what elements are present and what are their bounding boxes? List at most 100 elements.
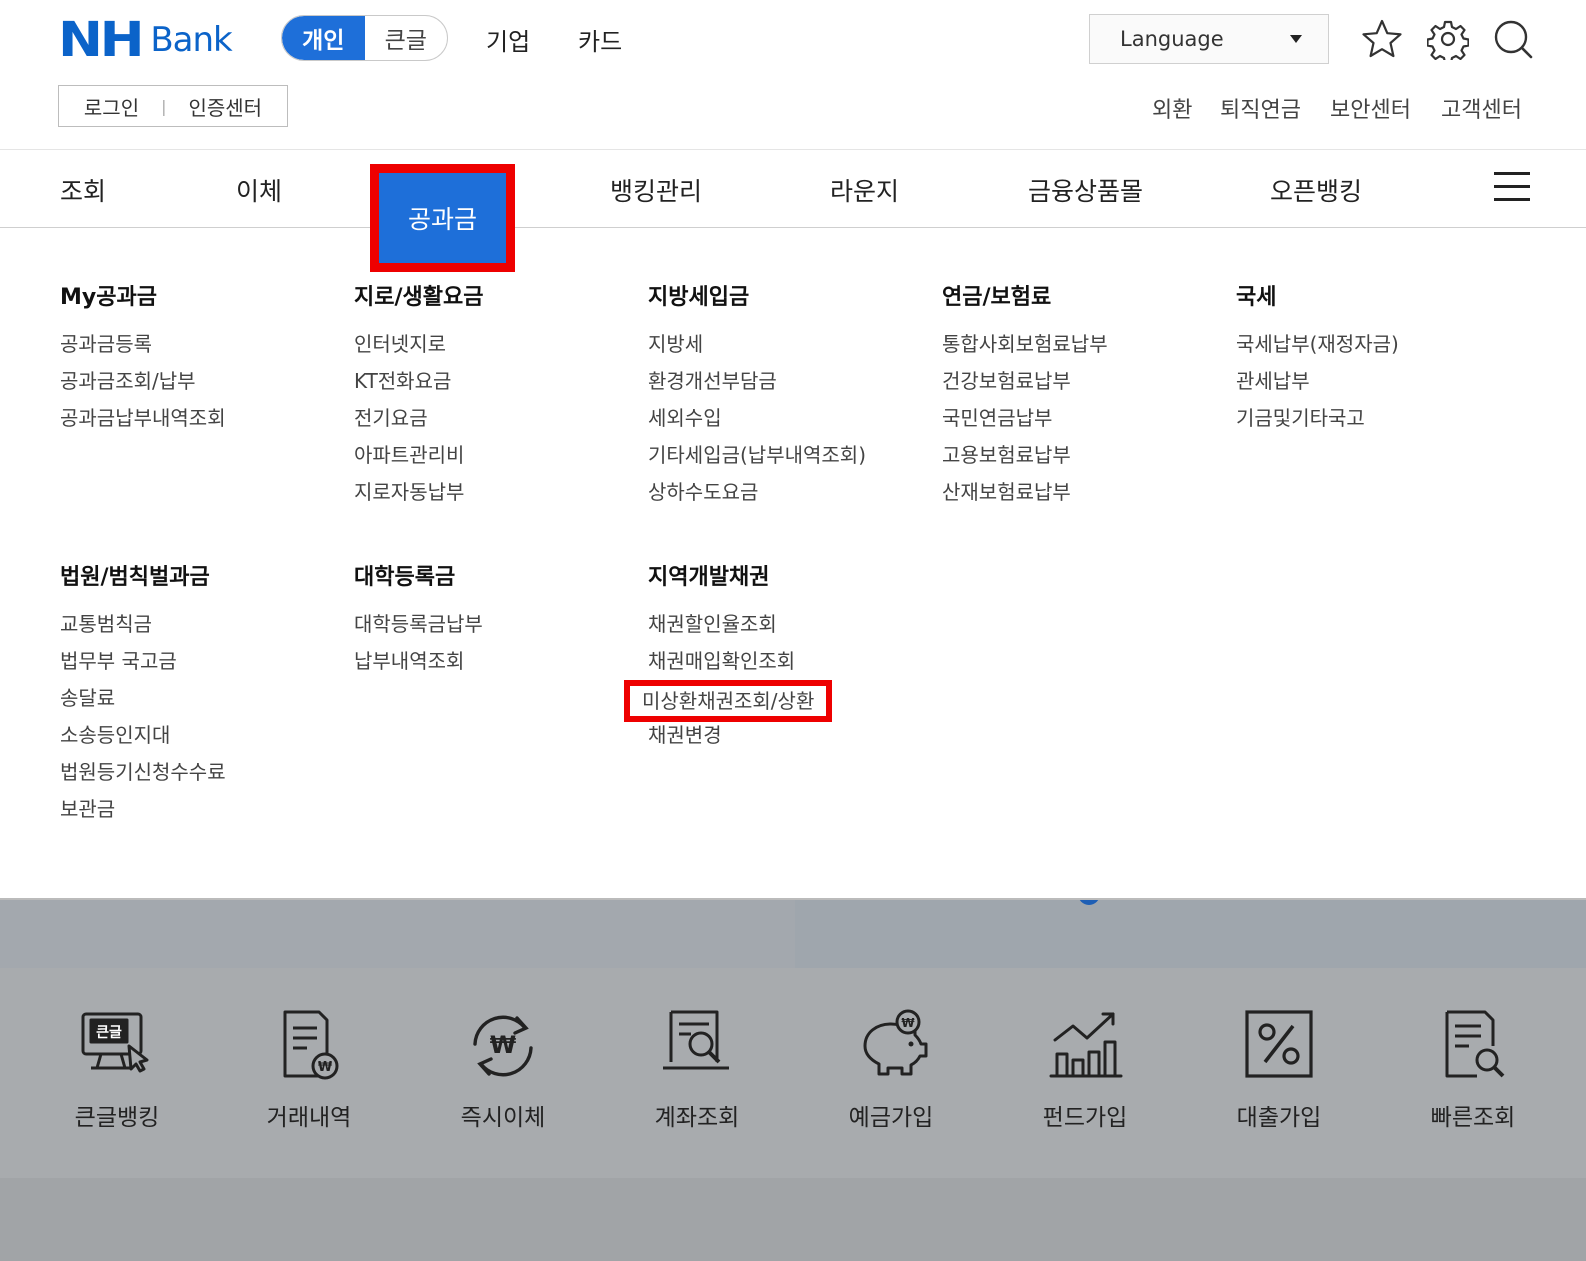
menu-item[interactable]: 고용보험료납부 xyxy=(942,442,1108,479)
menu-item[interactable]: 전기요금 xyxy=(354,405,483,442)
menu-item[interactable]: 법무부 국고금 xyxy=(60,648,226,685)
fund-chart-icon xyxy=(1049,1012,1123,1078)
menu-item[interactable]: KT전화요금 xyxy=(354,368,483,405)
topnav-business[interactable]: 기업 xyxy=(486,22,530,57)
menu-column-national-tax: 국세 국세납부(재정자금) 관세납부 기금및기타국고 xyxy=(1236,285,1399,442)
mode-switch: 개인 큰글 xyxy=(281,15,448,61)
quick-transaction-history[interactable]: ₩ 거래내역 xyxy=(234,1008,384,1132)
util-retirement-pension[interactable]: 퇴직연금 xyxy=(1220,92,1301,124)
svg-text:₩: ₩ xyxy=(490,1031,517,1059)
percent-icon xyxy=(1245,1010,1313,1078)
menu-item[interactable]: 아파트관리비 xyxy=(354,442,483,479)
quick-label: 예금가입 xyxy=(848,1105,934,1131)
login-separator: | xyxy=(161,96,167,116)
quick-fast-inquiry[interactable]: 빠른조회 xyxy=(1398,1008,1548,1132)
quick-label: 계좌조회 xyxy=(654,1105,740,1131)
quick-deposit-signup[interactable]: ₩ 예금가입 xyxy=(816,1008,966,1132)
menu-item[interactable]: 기금및기타국고 xyxy=(1236,405,1399,442)
nh-bank-logo[interactable]: NH Bank xyxy=(58,12,233,68)
quick-label: 큰글뱅킹 xyxy=(74,1105,160,1131)
login-box: 로그인 | 인증센터 xyxy=(58,85,288,127)
menu-item[interactable]: 인터넷지로 xyxy=(354,331,483,368)
cert-center-link[interactable]: 인증센터 xyxy=(188,92,262,121)
segment-personal[interactable]: 개인 xyxy=(282,16,365,60)
star-icon[interactable] xyxy=(1361,18,1403,60)
menu-item[interactable]: 기타세입금(납부내역조회) xyxy=(648,442,866,479)
piggy-bank-icon: ₩ xyxy=(863,1009,928,1076)
mainnav-financial-mall[interactable]: 금융상품몰 xyxy=(1028,172,1143,208)
quick-label: 펀드가입 xyxy=(1042,1105,1128,1131)
column-title: 국세 xyxy=(1236,285,1277,310)
menu-item[interactable]: 산재보험료납부 xyxy=(942,479,1108,516)
mainnav-inquiry[interactable]: 조회 xyxy=(60,172,106,208)
hamburger-bar xyxy=(1494,185,1530,188)
search-icon[interactable] xyxy=(1492,18,1534,60)
menu-item[interactable]: 공과금납부내역조회 xyxy=(60,405,226,442)
menu-item[interactable]: 소송등인지대 xyxy=(60,722,226,759)
menu-item[interactable]: 건강보험료납부 xyxy=(942,368,1108,405)
menu-item[interactable]: 채권변경 xyxy=(648,722,832,759)
quick-account-inquiry[interactable]: 계좌조회 xyxy=(622,1008,772,1132)
menu-item[interactable]: 통합사회보험료납부 xyxy=(942,331,1108,368)
menu-column-my-bills: My공과금 공과금등록 공과금조회/납부 공과금납부내역조회 xyxy=(60,285,226,442)
logo-nh-text: NH xyxy=(58,12,145,68)
won-transfer-icon: ₩ xyxy=(473,1015,533,1077)
topnav-card[interactable]: 카드 xyxy=(578,22,622,57)
mainnav-utility-bills-active[interactable]: 공과금 xyxy=(370,164,515,272)
account-search-icon xyxy=(663,1010,729,1070)
menu-item[interactable]: 법원등기신청수수료 xyxy=(60,759,226,796)
menu-column-court-fines: 법원/범칙벌과금 교통범칙금 법무부 국고금 송달료 소송등인지대 법원등기신청… xyxy=(60,565,226,833)
menu-item[interactable]: 채권할인율조회 xyxy=(648,611,832,648)
mainnav-lounge[interactable]: 라운지 xyxy=(830,172,899,208)
menu-item[interactable]: 지방세 xyxy=(648,331,866,368)
quick-search-icon xyxy=(1445,1010,1505,1078)
logo-bank-text: Bank xyxy=(150,20,232,60)
menu-item[interactable]: 지로자동납부 xyxy=(354,479,483,516)
background-banner-left xyxy=(0,900,795,968)
mainnav-open-banking[interactable]: 오픈뱅킹 xyxy=(1270,172,1362,208)
language-select[interactable]: Language xyxy=(1089,14,1329,64)
login-link[interactable]: 로그인 xyxy=(84,92,139,121)
quick-fund-signup[interactable]: 펀드가입 xyxy=(1010,1008,1160,1132)
menu-item[interactable]: 상하수도요금 xyxy=(648,479,866,516)
quick-label: 빠른조회 xyxy=(1430,1105,1516,1131)
column-title: 지방세입금 xyxy=(648,285,750,310)
quick-instant-transfer[interactable]: ₩ 즉시이체 xyxy=(428,1008,578,1132)
svg-text:큰글: 큰글 xyxy=(96,1025,122,1041)
gear-icon[interactable] xyxy=(1427,18,1469,60)
mainnav-transfer[interactable]: 이체 xyxy=(236,172,282,208)
util-foreign-exchange[interactable]: 외환 xyxy=(1152,92,1192,124)
menu-column-tuition: 대학등록금 대학등록금납부 납부내역조회 xyxy=(354,565,483,685)
quick-large-text-banking[interactable]: 큰글 큰글뱅킹 xyxy=(42,1008,192,1132)
svg-text:₩: ₩ xyxy=(318,1060,333,1075)
background-footer-band xyxy=(0,1178,1586,1261)
menu-item[interactable]: 대학등록금납부 xyxy=(354,611,483,648)
hamburger-menu-icon[interactable] xyxy=(1494,172,1530,202)
language-label: Language xyxy=(1120,27,1224,51)
menu-item[interactable]: 공과금조회/납부 xyxy=(60,368,226,405)
menu-item[interactable]: 공과금등록 xyxy=(60,331,226,368)
menu-item[interactable]: 관세납부 xyxy=(1236,368,1399,405)
menu-column-pension-insurance: 연금/보험료 통합사회보험료납부 건강보험료납부 국민연금납부 고용보험료납부 … xyxy=(942,285,1108,516)
menu-item[interactable]: 세외수입 xyxy=(648,405,866,442)
header: NH Bank 개인 큰글 기업 카드 Language 로그인 | 인증센터 … xyxy=(0,0,1586,150)
segment-large-text[interactable]: 큰글 xyxy=(365,16,448,60)
mainnav-banking-management[interactable]: 뱅킹관리 xyxy=(610,172,702,208)
menu-item[interactable]: 국민연금납부 xyxy=(942,405,1108,442)
quick-label: 대출가입 xyxy=(1236,1105,1322,1131)
menu-item-highlighted-unredeemed-bonds[interactable]: 미상환채권조회/상환 xyxy=(624,680,833,722)
menu-item[interactable]: 송달료 xyxy=(60,685,226,722)
menu-item[interactable]: 납부내역조회 xyxy=(354,648,483,685)
menu-item[interactable]: 환경개선부담금 xyxy=(648,368,866,405)
menu-item[interactable]: 보관금 xyxy=(60,796,226,833)
column-title: My공과금 xyxy=(60,285,157,310)
util-customer-center[interactable]: 고객센터 xyxy=(1441,92,1522,124)
menu-item[interactable]: 교통범칙금 xyxy=(60,611,226,648)
quick-loan-signup[interactable]: 대출가입 xyxy=(1204,1008,1354,1132)
util-security-center[interactable]: 보안센터 xyxy=(1330,92,1411,124)
menu-column-regional-bonds: 지역개발채권 채권할인율조회 채권매입확인조회 미상환채권조회/상환 채권변경 xyxy=(624,565,833,759)
menu-item[interactable]: 국세납부(재정자금) xyxy=(1236,331,1399,368)
svg-text:₩: ₩ xyxy=(901,1016,915,1030)
document-won-icon: ₩ xyxy=(283,1010,339,1080)
background-banner xyxy=(0,900,1586,968)
